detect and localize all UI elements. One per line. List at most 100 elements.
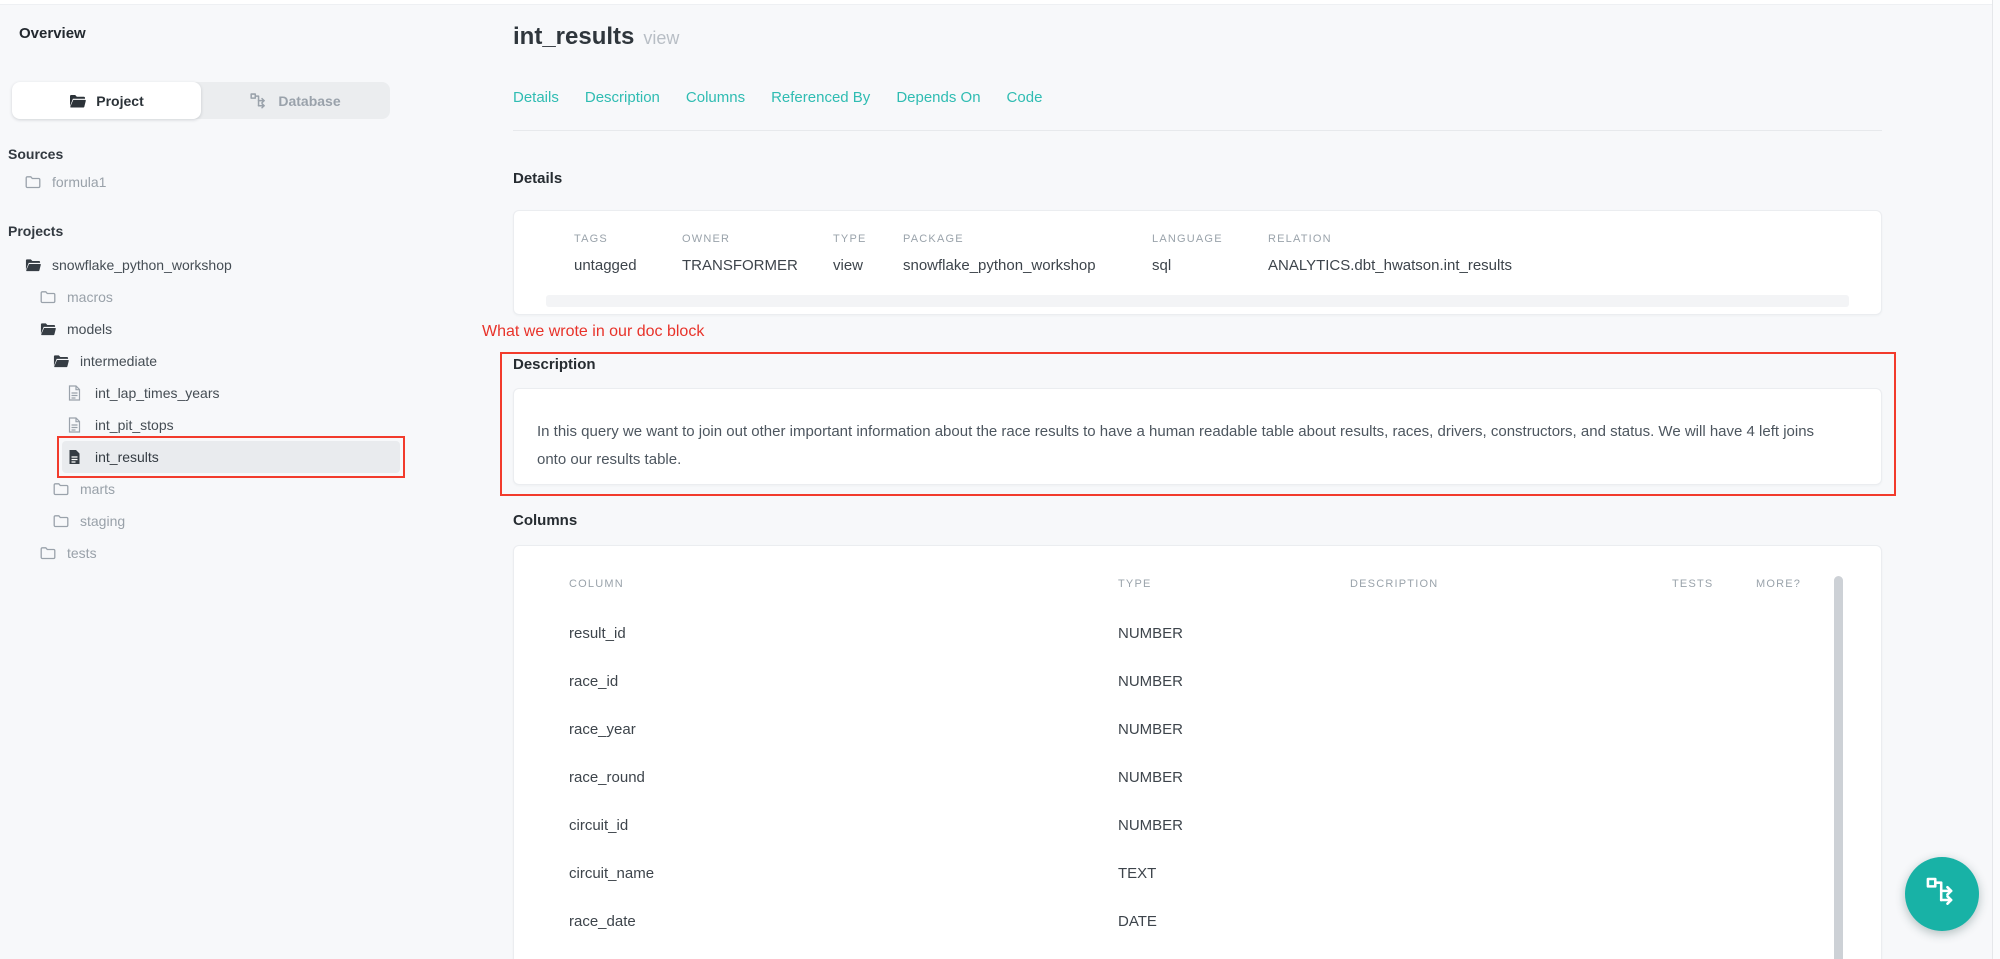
detail-field-tags: TAGS untagged [574,233,682,274]
sidebar-title: Overview [19,25,437,43]
projects-section-label: Projects [8,223,437,239]
nav-link-referenced-by[interactable]: Referenced By [771,89,870,107]
table-row-race-year[interactable]: race_year NUMBER [569,705,1881,753]
sidebar-item-snowflake-python-workshop[interactable]: snowflake_python_workshop [0,249,437,281]
description-heading: Description [513,357,1882,373]
page-title: int_results [513,23,634,50]
lineage-icon [1926,877,1958,911]
cell-column-name: race_year [569,721,1118,738]
detail-value: sql [1152,258,1268,274]
table-row-race-id[interactable]: race_id NUMBER [569,657,1881,705]
table-row-race-round[interactable]: race_round NUMBER [569,753,1881,801]
col-header-description: DESCRIPTION [1350,576,1672,592]
col-header-more: MORE? [1756,576,1881,592]
folder-open-icon [40,322,56,336]
nav-link-columns[interactable]: Columns [686,89,745,107]
file-icon [68,417,84,433]
cell-column-name: circuit_name [569,865,1118,882]
sidebar-item-intermediate[interactable]: intermediate [0,345,437,377]
nav-link-description[interactable]: Description [585,89,660,107]
details-heading: Details [513,171,1882,187]
table-row-result-id[interactable]: result_id NUMBER [569,609,1881,657]
sidebar-item-macros[interactable]: macros [0,281,437,313]
section-nav: Details Description Columns Referenced B… [513,89,1882,107]
folder-closed-icon [40,290,56,304]
sidebar-item-int-lap-times-years[interactable]: int_lap_times_years [0,377,437,409]
cell-column-type: NUMBER [1118,673,1350,690]
folder-closed-icon [53,482,69,496]
table-row-circuit-name[interactable]: circuit_name TEXT [569,849,1881,897]
detail-field-relation: RELATION ANALYTICS.dbt_hwatson.int_resul… [1268,233,1881,274]
cell-column-type: DATE [1118,913,1350,930]
cell-column-type: NUMBER [1118,625,1350,642]
detail-field-owner: OWNER TRANSFORMER [682,233,833,274]
sources-section-label: Sources [8,146,437,162]
columns-scrollbar-thumb[interactable] [1834,576,1843,959]
table-row-race-time[interactable]: race_time TIME [569,945,1881,959]
table-row-race-date[interactable]: race_date DATE [569,897,1881,945]
tree-item-label: int_lap_times_years [95,385,220,401]
nav-link-details[interactable]: Details [513,89,559,107]
annotation-red-box-description: Description In this query we want to joi… [500,352,1896,496]
nav-link-depends-on[interactable]: Depends On [896,89,980,107]
tree-item-label: marts [80,481,115,497]
model-type-label: view [643,28,679,48]
sidebar-item-models[interactable]: models [0,313,437,345]
project-tree: snowflake_python_workshop macros mo [0,249,437,569]
sidebar-item-tests[interactable]: tests [0,537,437,569]
col-header-column: COLUMN [569,576,1118,592]
folder-closed-icon [40,546,56,560]
tree-item-label: tests [67,545,97,561]
nav-link-code[interactable]: Code [1007,89,1043,107]
sidebar-item-staging[interactable]: staging [0,505,437,537]
app-root: Overview Project [0,0,2000,959]
cell-column-name: race_date [569,913,1118,930]
folder-closed-icon [53,514,69,528]
cell-column-type: TEXT [1118,865,1350,882]
folder-open-icon [53,354,69,368]
detail-label: OWNER [682,233,833,245]
tree-item-label: int_results [95,449,159,465]
sidebar-item-int-results-selected[interactable]: int_results [62,441,400,473]
col-header-type: TYPE [1118,576,1350,592]
tab-project[interactable]: Project [12,82,201,119]
tree-item-label: int_pit_stops [95,417,174,433]
tab-database[interactable]: Database [201,82,390,119]
tree-item-label: models [67,321,112,337]
table-row-circuit-id[interactable]: circuit_id NUMBER [569,801,1881,849]
columns-table-header: COLUMN TYPE DESCRIPTION TESTS MORE? [569,576,1881,592]
cell-column-type: NUMBER [1118,769,1350,786]
detail-value: view [833,258,903,274]
window-top-edge [0,0,2000,5]
detail-label: RELATION [1268,233,1881,245]
lineage-icon [250,93,268,109]
sidebar: Overview Project [0,0,437,959]
annotation-text: What we wrote in our doc block [482,323,1882,341]
main-content: int_resultsview Details Description Colu… [437,0,2000,959]
cell-column-type: NUMBER [1118,817,1350,834]
sidebar-item-formula1[interactable]: formula1 [0,166,437,198]
columns-card: COLUMN TYPE DESCRIPTION TESTS MORE? resu… [513,545,1882,959]
sidebar-item-marts[interactable]: marts [0,473,437,505]
tree-item-label: macros [67,289,113,305]
details-card: TAGS untagged OWNER TRANSFORMER TYPE vie… [513,210,1882,315]
view-switcher: Project Database [12,82,390,119]
tab-database-label: Database [278,93,340,109]
cell-column-type: NUMBER [1118,721,1350,738]
detail-value: untagged [574,258,682,274]
tab-project-label: Project [96,93,143,109]
detail-field-type: TYPE view [833,233,903,274]
detail-label: LANGUAGE [1152,233,1268,245]
lineage-graph-button[interactable] [1905,857,1979,931]
page-scroll-gutter [1992,0,2000,959]
description-card: In this query we want to join out other … [513,388,1882,485]
header-divider [513,130,1882,131]
tree-item-label: staging [80,513,125,529]
tree-item-label: intermediate [80,353,157,369]
columns-heading: Columns [513,513,1882,529]
folder-open-icon [25,258,41,272]
file-icon [68,385,84,401]
cell-column-name: result_id [569,625,1118,642]
cell-column-name: race_id [569,673,1118,690]
folder-icon [69,94,86,108]
